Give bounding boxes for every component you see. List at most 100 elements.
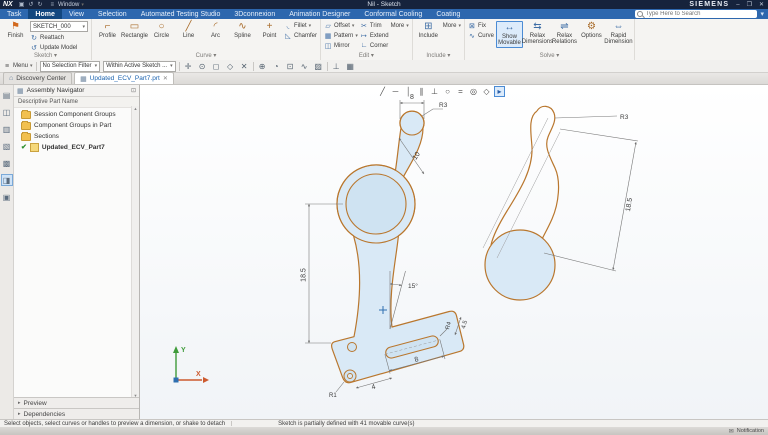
midpoint-constraint-icon[interactable]: ◇ xyxy=(481,86,492,97)
sketch-canvas[interactable]: 8 R3 10 18.5 15° 8 4 R1 R4 4.5 18.5 R3 Y… xyxy=(140,85,768,419)
enable-snap-icon[interactable]: ⊥ xyxy=(331,61,342,72)
tree-item-session-component-groups[interactable]: Session Component Groups xyxy=(14,109,139,120)
chamfer-button[interactable]: ◺ Chamfer xyxy=(284,31,317,40)
window-menu[interactable]: ≡ Window ▾ xyxy=(48,2,83,8)
group-label-include[interactable]: Include ▾ xyxy=(413,52,464,59)
part-navigator-icon[interactable]: ▥ xyxy=(1,123,13,135)
view-manager-icon[interactable]: ▩ xyxy=(1,157,13,169)
tab-home[interactable]: Home xyxy=(28,9,61,19)
command-finder-icon[interactable]: ▾ xyxy=(760,10,764,18)
fix-button[interactable]: ⊠ Fix xyxy=(468,21,494,30)
reattach-button[interactable]: ↻ Reattach xyxy=(30,33,88,42)
group-label-curve[interactable]: Curve ▾ xyxy=(92,52,320,59)
selection-filter-dropdown[interactable]: No Selection Filter▾ xyxy=(40,61,101,72)
scroll-up-icon[interactable]: ▲ xyxy=(134,106,138,111)
sloped-constraint-icon[interactable]: ╱ xyxy=(377,86,388,97)
tangent-constraint-icon[interactable]: ○ xyxy=(442,86,453,97)
main-sketch-profile[interactable] xyxy=(332,111,464,383)
maximize-button[interactable]: ❐ xyxy=(747,1,752,8)
close-tab-icon[interactable]: ✕ xyxy=(163,75,168,82)
group-label-sketch[interactable]: Sketch ▾ xyxy=(0,52,91,59)
snap-point-on-face-icon[interactable]: ▨ xyxy=(313,61,324,72)
profile-button[interactable]: ⌐ Profile xyxy=(95,21,120,39)
snap-intersection-icon[interactable]: ✕ xyxy=(239,61,250,72)
checkbox-checked-icon[interactable]: ✔ xyxy=(21,144,27,151)
sketch-name-field[interactable]: SKETCH_000 ▾ xyxy=(30,21,88,32)
arc-button[interactable]: ◜ Arc xyxy=(203,21,228,39)
trim-button[interactable]: ✂ Trim xyxy=(360,21,389,30)
circle-button[interactable]: ○ Circle xyxy=(149,21,174,39)
close-button[interactable]: ✕ xyxy=(759,1,764,8)
offset-button[interactable]: ▱ Offset▾ xyxy=(324,21,358,30)
snap-end-point-icon[interactable]: ⊙ xyxy=(197,61,208,72)
update-model-button[interactable]: ↺ Update Model xyxy=(30,43,88,52)
selection-scope-dropdown[interactable]: Within Active Sketch ...▾ xyxy=(103,61,176,72)
menu-button[interactable]: ≡ Menu▾ xyxy=(3,62,33,71)
horizontal-constraint-icon[interactable]: ─ xyxy=(390,86,401,97)
preview-section-header[interactable]: ▸ Preview xyxy=(14,397,139,408)
snap-point-on-curve-icon[interactable]: ∿ xyxy=(299,61,310,72)
grid-snap-icon[interactable]: ▦ xyxy=(345,61,356,72)
assembly-navigator-icon[interactable]: ▤ xyxy=(1,89,13,101)
command-search[interactable] xyxy=(635,10,757,18)
vertical-constraint-icon[interactable]: │ xyxy=(403,86,414,97)
include-button[interactable]: ⊞ Include xyxy=(416,21,441,39)
tab-automated-testing-studio[interactable]: Automated Testing Studio xyxy=(134,9,228,19)
search-input[interactable] xyxy=(645,11,755,17)
relax-relations-button[interactable]: ⇌ Relax Relations xyxy=(552,21,577,46)
tree-item-updated-ecv-part7[interactable]: ✔ Updated_ECV_Part7 xyxy=(14,142,139,153)
panel-scrollbar[interactable]: ▲ ▼ xyxy=(131,106,139,398)
graphics-window[interactable]: 8 R3 10 18.5 15° 8 4 R1 R4 4.5 18.5 R3 Y… xyxy=(140,85,768,419)
snap-existing-point-icon[interactable]: ⊡ xyxy=(285,61,296,72)
include-more-button[interactable]: More▾ xyxy=(443,21,461,30)
equal-length-constraint-icon[interactable]: = xyxy=(455,86,466,97)
process-studio-icon[interactable]: ▣ xyxy=(1,191,13,203)
snap-arc-center-icon[interactable]: ⊕ xyxy=(257,61,268,72)
parallel-constraint-icon[interactable]: ∥ xyxy=(416,86,427,97)
snap-control-point-icon[interactable]: ◇ xyxy=(225,61,236,72)
tab-task[interactable]: Task xyxy=(0,9,28,19)
dependencies-section-header[interactable]: ▸ Dependencies xyxy=(14,408,139,419)
tree-item-sections[interactable]: Sections xyxy=(14,131,139,142)
undo-icon[interactable]: ↺ xyxy=(28,1,33,8)
rectangle-button[interactable]: ▭ Rectangle xyxy=(122,21,147,39)
tab-part-file[interactable]: ▦ Updated_ECV_Part7.prt ✕ xyxy=(74,72,174,84)
snap-point-icon[interactable]: ✛ xyxy=(183,61,194,72)
constraint-navigator-icon[interactable]: ◫ xyxy=(1,106,13,118)
extend-button[interactable]: ↦ Extend xyxy=(360,31,389,40)
tab-conformal-cooling[interactable]: Conformal Cooling xyxy=(357,9,429,19)
mirror-button[interactable]: ◫ Mirror xyxy=(324,41,358,50)
tab-selection[interactable]: Selection xyxy=(91,9,134,19)
tab-view[interactable]: View xyxy=(62,9,91,19)
fillet-button[interactable]: ◟ Fillet▾ xyxy=(284,21,317,30)
reuse-library-icon[interactable]: ▧ xyxy=(1,140,13,152)
options-button[interactable]: ⚙ Options xyxy=(579,21,604,39)
point-button[interactable]: + Point xyxy=(257,21,282,39)
spline-button[interactable]: ∿ Spline xyxy=(230,21,255,39)
tab-coating[interactable]: Coating xyxy=(429,9,467,19)
minimize-button[interactable]: – xyxy=(736,2,739,8)
concentric-constraint-icon[interactable]: ◎ xyxy=(468,86,479,97)
inferred-constraints-icon[interactable]: ▸ xyxy=(494,86,505,97)
group-label-solve[interactable]: Solve ▾ xyxy=(465,52,634,59)
redo-icon[interactable]: ↻ xyxy=(37,1,42,8)
rapid-dimension-button[interactable]: ⇔ Rapid Dimension xyxy=(606,21,631,46)
perpendicular-constraint-icon[interactable]: ⊥ xyxy=(429,86,440,97)
line-button[interactable]: ╱ Line xyxy=(176,21,201,39)
tree-item-component-groups-in-part[interactable]: Component Groups in Part xyxy=(14,120,139,131)
tab-discovery-center[interactable]: ⌂ Discovery Center xyxy=(3,72,72,84)
pattern-button[interactable]: ▦ Pattern▾ xyxy=(324,31,358,40)
finish-sketch-button[interactable]: ⚑ Finish xyxy=(3,21,28,39)
history-icon[interactable]: ◨ xyxy=(1,174,13,186)
show-movable-button[interactable]: ↔ Show Movable xyxy=(496,21,523,48)
relax-dimensions-button[interactable]: ⇆ Relax Dimensions xyxy=(525,21,550,46)
snap-mid-point-icon[interactable]: ◻ xyxy=(211,61,222,72)
notification-label[interactable]: Notification xyxy=(737,428,764,434)
group-label-edit[interactable]: Edit ▾ xyxy=(321,52,412,59)
tab-animation-designer[interactable]: Animation Designer xyxy=(282,9,357,19)
snap-quadrant-icon[interactable]: ◔ xyxy=(271,61,282,72)
corner-button[interactable]: ∟ Corner xyxy=(360,41,389,50)
edit-more-button[interactable]: More▾ xyxy=(391,21,409,30)
side-sketch-profile[interactable] xyxy=(483,106,560,300)
notification-icon[interactable]: ✉ xyxy=(729,428,734,435)
